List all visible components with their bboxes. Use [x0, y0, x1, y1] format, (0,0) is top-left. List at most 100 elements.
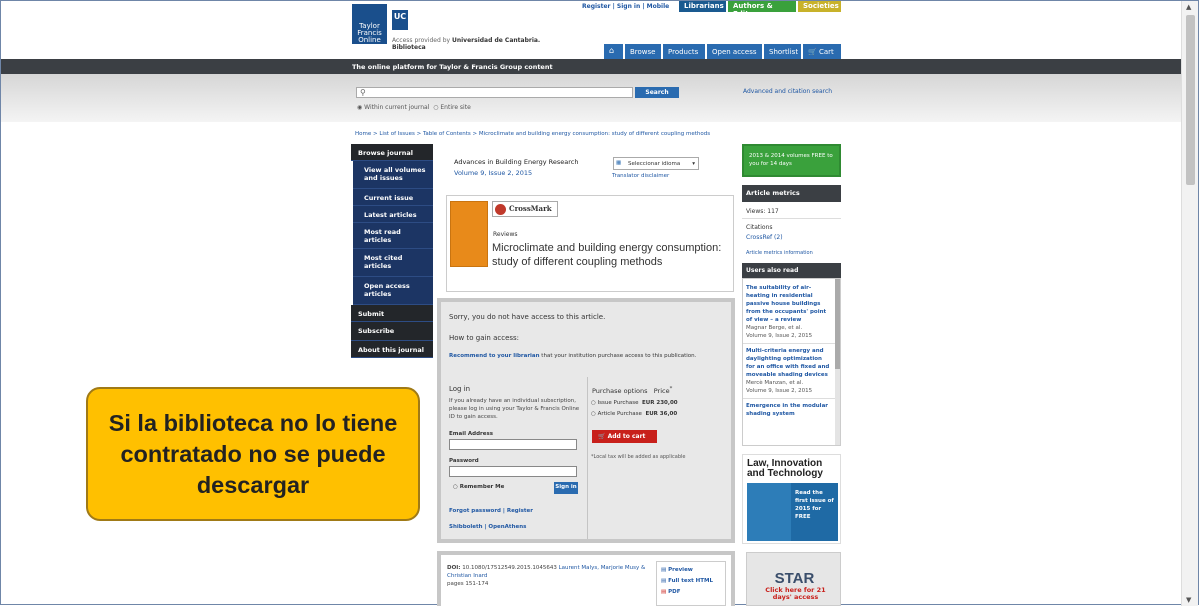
- nav-products[interactable]: Products: [663, 44, 705, 59]
- logo-line-3: Online: [358, 36, 381, 44]
- register-link[interactable]: Register: [582, 3, 611, 10]
- tab-societies[interactable]: Societies: [798, 1, 841, 12]
- callout-text: Si la biblioteca no lo tiene contratado …: [108, 409, 398, 498]
- pdf-link[interactable]: ▤ PDF: [661, 587, 721, 598]
- home-icon[interactable]: ⌂: [604, 44, 623, 59]
- radio-journal-label: Within current journal: [364, 104, 430, 111]
- chevron-down-icon: ▾: [692, 161, 695, 167]
- fulltext-label: Full text HTML: [668, 578, 713, 584]
- recommend-text: Recommend to your librarian that your in…: [449, 352, 699, 360]
- list-item[interactable]: The suitability of air-heating in reside…: [743, 279, 840, 344]
- nav-shortlist[interactable]: Shortlist: [764, 44, 801, 59]
- pdf-label: PDF: [668, 589, 681, 595]
- nav-open-access[interactable]: Open access: [707, 44, 762, 59]
- ad-star[interactable]: STAR Click here for 21 days' access: [746, 552, 841, 606]
- nav-most-cited[interactable]: Most cited articles: [353, 249, 433, 277]
- signin-button[interactable]: Sign in: [554, 482, 578, 494]
- scroll-thumb[interactable]: [1186, 15, 1195, 185]
- cart-icon: 🛒: [808, 48, 817, 56]
- remember-me[interactable]: ○ Remember Me: [453, 484, 504, 490]
- journal-title: Advances in Building Energy Research: [454, 158, 579, 166]
- purchase-header: Purchase options Price*: [592, 386, 673, 396]
- html-icon: ▤: [661, 578, 667, 584]
- article-title: Microclimate and building energy consump…: [492, 242, 722, 268]
- search-input[interactable]: ⚲: [356, 87, 633, 98]
- metrics-info-link[interactable]: Article metrics information: [746, 250, 813, 256]
- list-item[interactable]: Multi-criteria energy and daylighting op…: [743, 344, 840, 399]
- nav-open-access-articles[interactable]: Open access articles: [353, 277, 433, 305]
- read-item-title[interactable]: Emergence in the modular shading system: [746, 403, 828, 417]
- crossmark-label: CrossMark: [509, 204, 552, 213]
- login-help: If you already have an individual subscr…: [449, 398, 580, 420]
- nav-subscribe[interactable]: Subscribe: [351, 322, 433, 341]
- preview-link[interactable]: ▤ Preview: [661, 565, 721, 576]
- tab-authors-editors[interactable]: Authors & Editors: [728, 1, 796, 18]
- promo-box[interactable]: 2013 & 2014 volumes FREE to you for 14 d…: [742, 144, 841, 177]
- openathens-link[interactable]: OpenAthens: [488, 524, 526, 530]
- doi-value[interactable]: 10.1080/17512549.2015.1045643: [462, 565, 557, 571]
- register-account-link[interactable]: Register: [507, 508, 533, 514]
- read-item-title[interactable]: The suitability of air-heating in reside…: [746, 285, 826, 323]
- purchase-title: Purchase options: [592, 387, 648, 396]
- mobile-link[interactable]: Mobile: [647, 3, 670, 10]
- scroll-down-icon[interactable]: ▼: [1186, 596, 1191, 604]
- access-provided: Access provided by Universidad de Cantab…: [392, 37, 540, 51]
- metrics-title: Article metrics: [742, 185, 841, 202]
- cart-small-icon: 🛒: [598, 433, 606, 440]
- nav-submit[interactable]: Submit: [351, 305, 433, 322]
- nav-latest-articles[interactable]: Latest articles: [353, 206, 433, 223]
- doi-pages: pages 151-174: [447, 581, 489, 587]
- gain-access-title: How to gain access:: [449, 334, 520, 342]
- radio-site[interactable]: ○: [433, 104, 438, 111]
- list-item[interactable]: Emergence in the modular shading system: [743, 399, 840, 421]
- translator-disclaimer[interactable]: Translator disclaimer: [612, 173, 669, 179]
- nav-current-issue[interactable]: Current issue: [353, 189, 433, 206]
- institution-line2: Biblioteca: [392, 44, 426, 51]
- journal-cover[interactable]: [450, 201, 488, 267]
- read-item-title[interactable]: Multi-criteria energy and daylighting op…: [746, 348, 829, 378]
- forgot-password-link[interactable]: Forgot password: [449, 508, 501, 514]
- translate-icon: ▦: [616, 160, 622, 166]
- journal-issue[interactable]: Volume 9, Issue 2, 2015: [454, 169, 532, 177]
- metrics-sep: [742, 218, 841, 219]
- top-links: Register | Sign in | Mobile: [582, 3, 670, 10]
- preview-icon: ▤: [661, 567, 667, 573]
- search-button[interactable]: Search: [635, 87, 679, 98]
- nav-all-volumes[interactable]: View all volumes and issues: [353, 161, 433, 189]
- nav-most-read[interactable]: Most read articles: [353, 223, 433, 249]
- tab-librarians[interactable]: Librarians: [679, 1, 726, 12]
- fulltext-link[interactable]: ▤ Full text HTML: [661, 576, 721, 587]
- advanced-search-link[interactable]: Advanced and citation search: [743, 88, 832, 95]
- read-item-volume: Volume 9, Issue 2, 2015: [746, 333, 813, 339]
- read-item-volume: Volume 9, Issue 2, 2015: [746, 388, 813, 394]
- article-purchase-option[interactable]: ○ Article Purchase EUR 36,00: [591, 411, 677, 417]
- language-select[interactable]: ▦ Seleccionar idioma ▾: [613, 157, 699, 170]
- radio-journal[interactable]: ◉: [357, 104, 362, 111]
- users-read-scrollthumb[interactable]: [835, 279, 840, 369]
- password-label: Password: [449, 458, 479, 464]
- tandf-logo[interactable]: Taylor Francis Online: [352, 4, 387, 44]
- add-to-cart-button[interactable]: 🛒 Add to cart: [592, 430, 657, 443]
- nav-about-journal[interactable]: About this journal: [351, 341, 433, 358]
- scroll-up-icon[interactable]: ▲: [1186, 3, 1191, 11]
- page-scrollbar[interactable]: ▲ ▼: [1181, 1, 1198, 606]
- password-field[interactable]: [449, 466, 577, 477]
- read-item-author: Magnar Berge, et al.: [746, 325, 803, 331]
- citations-label: Citations: [746, 224, 773, 231]
- nav-cart[interactable]: 🛒 Cart: [803, 44, 841, 59]
- shibboleth-link[interactable]: Shibboleth: [449, 524, 483, 530]
- cart-label: Cart: [818, 48, 834, 56]
- crossref-link[interactable]: CrossRef (2): [746, 234, 783, 241]
- nav-browse-journal[interactable]: Browse journal: [351, 144, 433, 161]
- nav-browse[interactable]: Browse: [625, 44, 661, 59]
- add-to-cart-label: Add to cart: [607, 433, 646, 440]
- crossmark-badge[interactable]: CrossMark: [492, 201, 558, 217]
- email-label: Email Address: [449, 431, 494, 437]
- users-read-scrollbar[interactable]: [835, 279, 840, 445]
- email-field[interactable]: [449, 439, 577, 450]
- ad-law-innovation[interactable]: Law, Innovation and Technology Read the …: [742, 454, 841, 544]
- issue-purchase-option[interactable]: ○ Issue Purchase EUR 230,00: [591, 400, 678, 406]
- signin-link[interactable]: Sign in: [617, 3, 640, 10]
- recommend-link[interactable]: Recommend to your librarian: [449, 353, 540, 359]
- callout-note: Si la biblioteca no lo tiene contratado …: [86, 387, 420, 521]
